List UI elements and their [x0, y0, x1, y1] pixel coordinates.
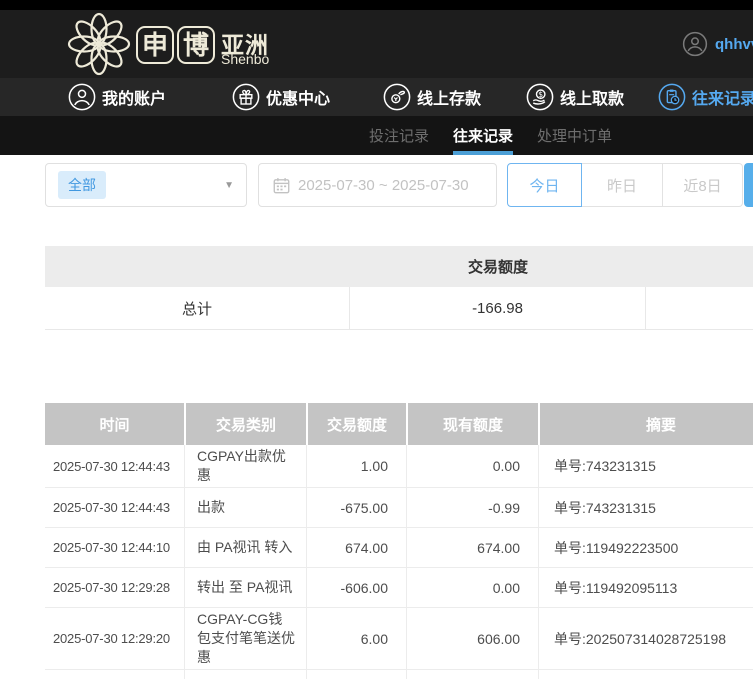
type-select-value: 全部	[58, 171, 106, 199]
summary-total-label: 总计	[45, 287, 350, 329]
date-range-picker[interactable]: 2025-07-30 ~ 2025-07-30	[258, 163, 497, 207]
table-row: 2025-07-30 12:44:43 CGPAY出款优惠 1.00 0.00 …	[45, 445, 753, 488]
site-header: 申 博 亚洲 Shenbo qhhvv	[0, 10, 753, 78]
nav-item-my-account[interactable]: 我的账户	[68, 78, 166, 116]
tab-pending-orders[interactable]: 处理中订单	[537, 116, 612, 155]
table-row: 2025-07-30 12:29:20 CGPAY支付 600.00 600.0…	[45, 670, 753, 679]
last-8-days-button[interactable]: 近8日	[663, 163, 743, 207]
summary-header-row: 交易额度	[45, 246, 753, 287]
summary-table: 交易额度 总计 -166.98	[45, 246, 753, 330]
table-row: 2025-07-30 12:29:20 CGPAY-CG钱包支付笔笔送优惠 6.…	[45, 608, 753, 670]
nav-item-deposit[interactable]: 线上存款	[383, 78, 481, 116]
username[interactable]: qhhvv	[715, 36, 753, 53]
transactions-table: 时间 交易类别 交易额度 现有额度 摘要 2025-07-30 12:44:43…	[45, 403, 753, 679]
brand-logo-char-1: 申	[136, 26, 174, 64]
date-range-value: 2025-07-30 ~ 2025-07-30	[298, 176, 469, 194]
col-header-summary: 摘要	[538, 403, 753, 445]
col-header-amount: 交易额度	[306, 403, 406, 445]
nav-item-promotions[interactable]: 优惠中心	[232, 78, 330, 116]
user-icon	[68, 83, 96, 111]
tab-transaction-records[interactable]: 往来记录	[453, 116, 514, 155]
main-navbar: 我的账户 优惠中心 线上存款 $ 线上取款 往来记录	[0, 78, 753, 116]
user-avatar-icon	[682, 31, 708, 57]
col-header-type: 交易类别	[184, 403, 306, 445]
search-button-partial[interactable]	[744, 163, 753, 207]
calendar-icon	[273, 177, 290, 193]
nav-item-withdraw[interactable]: $ 线上取款	[526, 78, 624, 116]
nav-item-transaction-records[interactable]: 往来记录	[658, 78, 753, 116]
table-row: 2025-07-30 12:44:10 由 PA视讯 转入 674.00 674…	[45, 528, 753, 568]
brand-subtitle: Shenbo	[221, 51, 270, 67]
today-button[interactable]: 今日	[507, 163, 582, 207]
col-header-balance: 现有额度	[406, 403, 538, 445]
svg-text:$: $	[538, 90, 543, 99]
active-tab-underline	[453, 151, 514, 155]
brand-flower-icon	[67, 12, 131, 76]
type-select[interactable]: 全部 ▼	[45, 163, 247, 207]
summary-total-row: 总计 -166.98	[45, 287, 753, 330]
summary-header-amount: 交易额度	[467, 259, 528, 276]
summary-total-value: -166.98	[350, 287, 646, 329]
page: 申 博 亚洲 Shenbo qhhvv 我的账户	[0, 0, 753, 679]
user-account[interactable]: qhhvv	[682, 30, 753, 58]
gift-icon	[232, 83, 260, 111]
summary-empty-cell	[646, 287, 753, 329]
records-icon	[658, 83, 686, 111]
table-row: 2025-07-30 12:44:43 出款 -675.00 -0.99 单号:…	[45, 488, 753, 528]
table-header-row: 时间 交易类别 交易额度 现有额度 摘要	[45, 403, 753, 445]
withdraw-icon: $	[526, 83, 554, 111]
brand-logo-char-2: 博	[177, 26, 215, 64]
tab-bet-records[interactable]: 投注记录	[369, 116, 429, 155]
col-header-time: 时间	[99, 416, 130, 434]
record-tabs: 投注记录 往来记录 处理中订单	[369, 116, 612, 155]
quick-date-buttons: 今日 昨日 近8日	[507, 163, 743, 207]
record-subnav: 投注记录 往来记录 处理中订单	[0, 116, 753, 155]
table-row: 2025-07-30 12:29:28 转出 至 PA视讯 -606.00 0.…	[45, 568, 753, 608]
yesterday-button[interactable]: 昨日	[582, 163, 663, 207]
deposit-icon	[383, 83, 411, 111]
top-strip	[0, 0, 753, 10]
chevron-down-icon: ▼	[224, 179, 234, 191]
